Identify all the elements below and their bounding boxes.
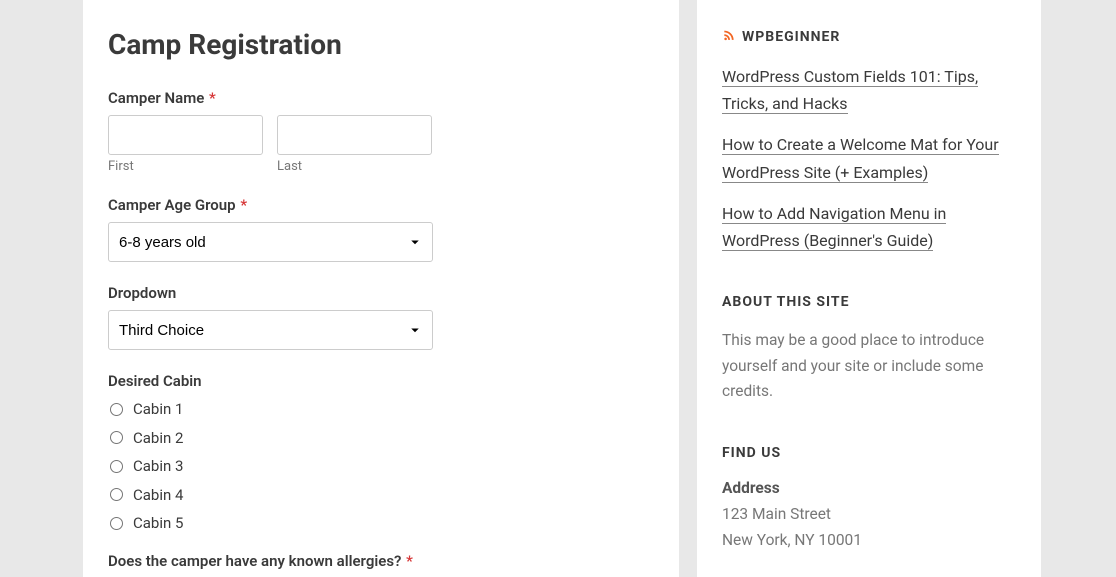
age-group-label: Camper Age Group * <box>108 196 654 214</box>
list-item: Cabin 5 <box>108 514 654 534</box>
about-widget-title: ABOUT THIS SITE <box>722 294 1016 310</box>
required-indicator: * <box>209 89 216 107</box>
dropdown-select[interactable]: Third Choice <box>108 310 433 350</box>
main-content: Camp Registration Camper Name * First La… <box>83 0 679 577</box>
last-name-input[interactable] <box>277 115 432 155</box>
address-line-2: New York, NY 10001 <box>722 527 1016 553</box>
cabin-label: Desired Cabin <box>108 372 654 390</box>
cabin-option-label: Cabin 1 <box>133 400 183 418</box>
camper-name-label-text: Camper Name <box>108 89 204 107</box>
cabin-radio-5[interactable] <box>110 517 123 530</box>
rss-link-3[interactable]: How to Add Navigation Menu in WordPress … <box>722 204 946 251</box>
cabin-option-label: Cabin 3 <box>133 457 183 475</box>
cabin-radio-2[interactable] <box>110 431 123 444</box>
about-widget-text: This may be a good place to introduce yo… <box>722 328 1016 405</box>
cabin-option-label: Cabin 5 <box>133 514 183 532</box>
cabin-option-2[interactable]: Cabin 2 <box>108 429 183 447</box>
rss-widget: WPBEGINNER WordPress Custom Fields 101: … <box>722 28 1016 254</box>
list-item: WordPress Custom Fields 101: Tips, Trick… <box>722 63 1016 117</box>
cabin-option-label: Cabin 4 <box>133 486 183 504</box>
age-group-field: Camper Age Group * 6-8 years old <box>108 196 654 262</box>
cabin-radio-3[interactable] <box>110 460 123 473</box>
rss-widget-title-text: WPBEGINNER <box>742 29 840 45</box>
camper-name-field: Camper Name * First Last <box>108 89 654 174</box>
dropdown-field: Dropdown Third Choice <box>108 284 654 350</box>
findus-widget-title: FIND US <box>722 445 1016 461</box>
list-item: Cabin 2 <box>108 429 654 449</box>
cabin-option-3[interactable]: Cabin 3 <box>108 457 183 475</box>
rss-link-2[interactable]: How to Create a Welcome Mat for Your Wor… <box>722 135 999 182</box>
rss-widget-title: WPBEGINNER <box>722 28 1016 45</box>
allergies-field: Does the camper have any known allergies… <box>108 552 654 570</box>
cabin-field: Desired Cabin Cabin 1 Cabin 2 <box>108 372 654 534</box>
cabin-option-5[interactable]: Cabin 5 <box>108 514 183 532</box>
first-name-input[interactable] <box>108 115 263 155</box>
page-title: Camp Registration <box>108 28 654 61</box>
cabin-option-label: Cabin 2 <box>133 429 183 447</box>
about-widget: ABOUT THIS SITE This may be a good place… <box>722 294 1016 405</box>
address-label: Address <box>722 479 1016 497</box>
rss-link-1[interactable]: WordPress Custom Fields 101: Tips, Trick… <box>722 67 978 114</box>
age-group-label-text: Camper Age Group <box>108 196 236 214</box>
camper-name-label: Camper Name * <box>108 89 654 107</box>
cabin-radio-4[interactable] <box>110 488 123 501</box>
dropdown-label: Dropdown <box>108 284 654 302</box>
address-line-1: 123 Main Street <box>722 501 1016 527</box>
cabin-option-4[interactable]: Cabin 4 <box>108 486 183 504</box>
list-item: Cabin 4 <box>108 486 654 506</box>
list-item: How to Create a Welcome Mat for Your Wor… <box>722 131 1016 185</box>
cabin-option-1[interactable]: Cabin 1 <box>108 400 183 418</box>
required-indicator: * <box>406 552 413 570</box>
age-group-select[interactable]: 6-8 years old <box>108 222 433 262</box>
last-name-sublabel: Last <box>277 159 432 174</box>
list-item: How to Add Navigation Menu in WordPress … <box>722 200 1016 254</box>
cabin-radio-1[interactable] <box>110 403 123 416</box>
allergies-label-text: Does the camper have any known allergies… <box>108 552 401 570</box>
first-name-sublabel: First <box>108 159 263 174</box>
required-indicator: * <box>240 196 247 214</box>
list-item: Cabin 1 <box>108 400 654 420</box>
rss-icon <box>722 28 736 45</box>
list-item: Cabin 3 <box>108 457 654 477</box>
sidebar: WPBEGINNER WordPress Custom Fields 101: … <box>697 0 1041 577</box>
allergies-label: Does the camper have any known allergies… <box>108 552 654 570</box>
findus-widget: FIND US Address 123 Main Street New York… <box>722 445 1016 554</box>
